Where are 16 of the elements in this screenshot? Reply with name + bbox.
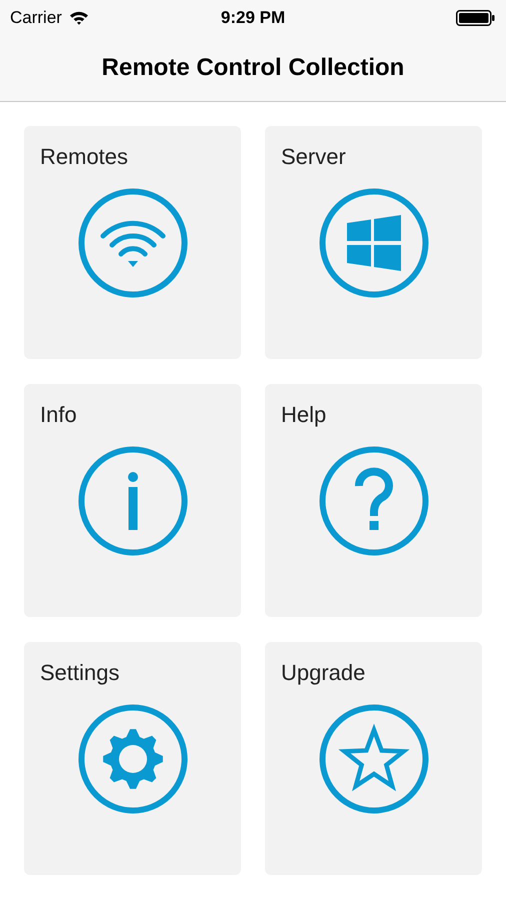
menu-tile[interactable]: Remotes [24, 126, 241, 359]
nav-title: Remote Control Collection [102, 54, 404, 82]
help-icon [318, 446, 428, 556]
clock-time: 9:29 PM [220, 8, 286, 28]
menu-tile[interactable]: Help [265, 384, 482, 617]
info-icon [78, 446, 188, 556]
windows-logo-icon [318, 188, 428, 298]
menu-tile[interactable]: Server [265, 126, 482, 359]
menu-tile[interactable]: Info [24, 384, 241, 617]
battery-icon [456, 10, 496, 26]
wifi-signal-icon [68, 10, 89, 25]
carrier-label: Carrier [10, 8, 62, 28]
menu-tile[interactable]: Upgrade [265, 642, 482, 875]
menu-tile[interactable]: Settings [24, 642, 241, 875]
settings-icon [78, 704, 188, 814]
wifi-icon [78, 188, 188, 298]
